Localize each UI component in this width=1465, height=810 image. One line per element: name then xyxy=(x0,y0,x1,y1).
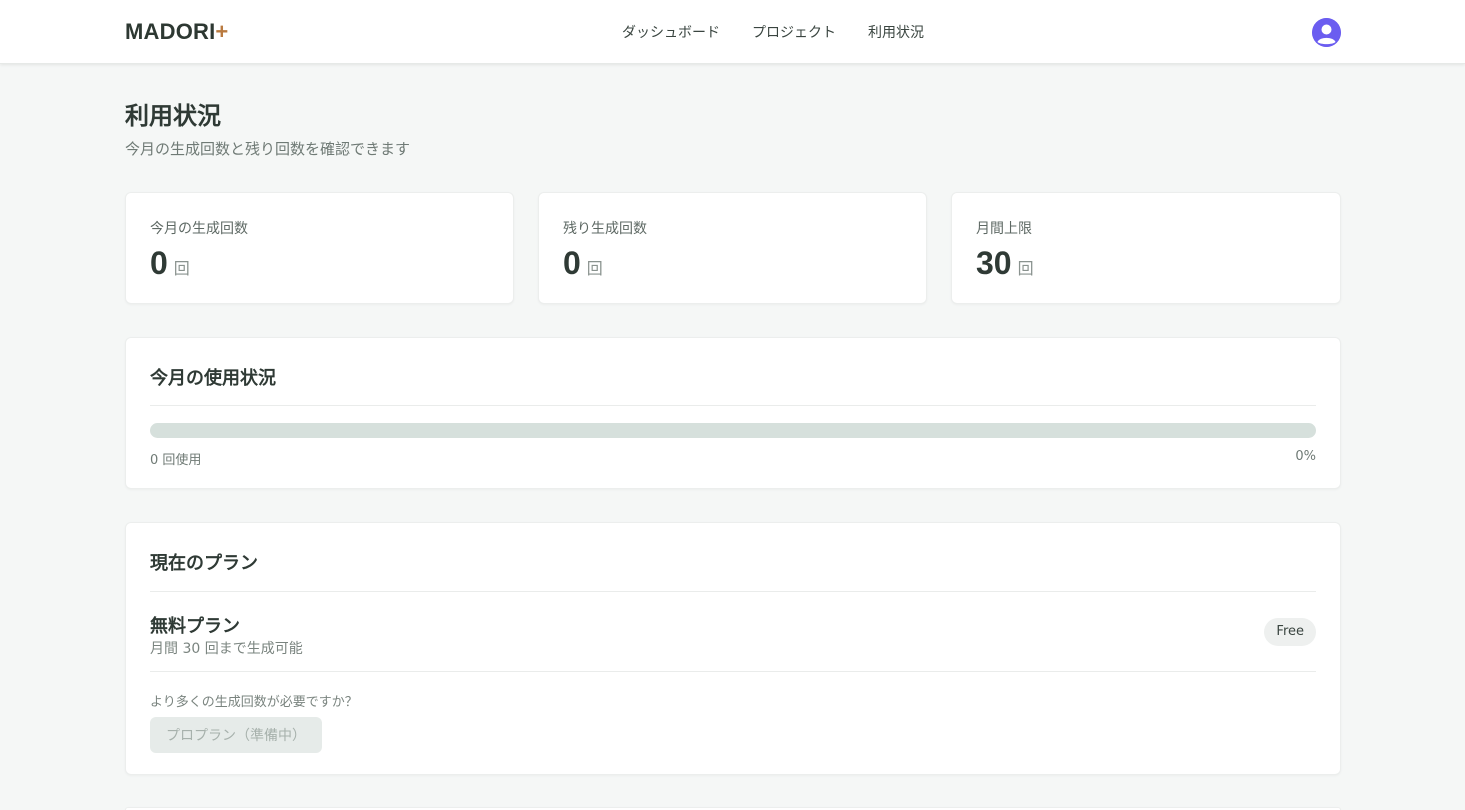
page-subtitle: 今月の生成回数と残り回数を確認できます xyxy=(125,140,411,158)
stat-card-monthly-generations: 今月の生成回数 0 回 xyxy=(125,192,514,304)
top-navigation-bar: MADORI+ ダッシュボード プロジェクト 利用状況 xyxy=(0,0,1465,64)
usage-percent-label: 0% xyxy=(1295,449,1316,464)
stat-number: 30 xyxy=(976,245,1012,281)
plan-section-title: 現在のプラン xyxy=(150,553,258,574)
stat-label: 今月の生成回数 xyxy=(150,221,248,237)
plan-badge: Free xyxy=(1264,618,1316,646)
logo-text: MADORI xyxy=(125,19,216,44)
logo-plus: + xyxy=(215,19,229,44)
plan-card: 現在のプラン 無料プラン 月間 30 回まで生成可能 Free より多くの生成回… xyxy=(125,522,1341,775)
stat-label: 残り生成回数 xyxy=(563,221,647,237)
divider xyxy=(150,591,1316,592)
stat-unit: 回 xyxy=(173,259,190,278)
usage-section-title: 今月の使用状況 xyxy=(150,368,276,389)
stat-label: 月間上限 xyxy=(976,221,1032,237)
stat-value-group: 0 回 xyxy=(150,245,190,282)
main-nav: ダッシュボード プロジェクト 利用状況 xyxy=(622,22,924,42)
nav-projects[interactable]: プロジェクト xyxy=(752,22,836,42)
usage-progress-bar xyxy=(150,423,1316,438)
stat-card-remaining-generations: 残り生成回数 0 回 xyxy=(538,192,927,304)
nav-usage[interactable]: 利用状況 xyxy=(868,22,924,42)
plan-description: 月間 30 回まで生成可能 xyxy=(150,641,303,657)
stat-number: 0 xyxy=(563,245,581,281)
page-title: 利用状況 xyxy=(125,102,221,130)
usage-card: 今月の使用状況 0 回使用 0% xyxy=(125,337,1341,489)
pro-plan-button[interactable]: プロプラン（準備中） xyxy=(150,717,322,753)
plan-name: 無料プラン xyxy=(150,616,240,637)
stat-unit: 回 xyxy=(1017,259,1034,278)
user-avatar-icon[interactable] xyxy=(1312,18,1341,47)
divider xyxy=(150,405,1316,406)
app-logo[interactable]: MADORI+ xyxy=(125,19,228,45)
stat-value-group: 0 回 xyxy=(563,245,603,282)
nav-dashboard[interactable]: ダッシュボード xyxy=(622,22,720,42)
stat-number: 0 xyxy=(150,245,168,281)
usage-count-label: 0 回使用 xyxy=(150,453,202,468)
upsell-text: より多くの生成回数が必要ですか？ xyxy=(150,695,358,710)
stat-value-group: 30 回 xyxy=(976,245,1034,282)
stat-card-monthly-limit: 月間上限 30 回 xyxy=(951,192,1341,304)
stat-unit: 回 xyxy=(586,259,603,278)
divider xyxy=(150,671,1316,672)
